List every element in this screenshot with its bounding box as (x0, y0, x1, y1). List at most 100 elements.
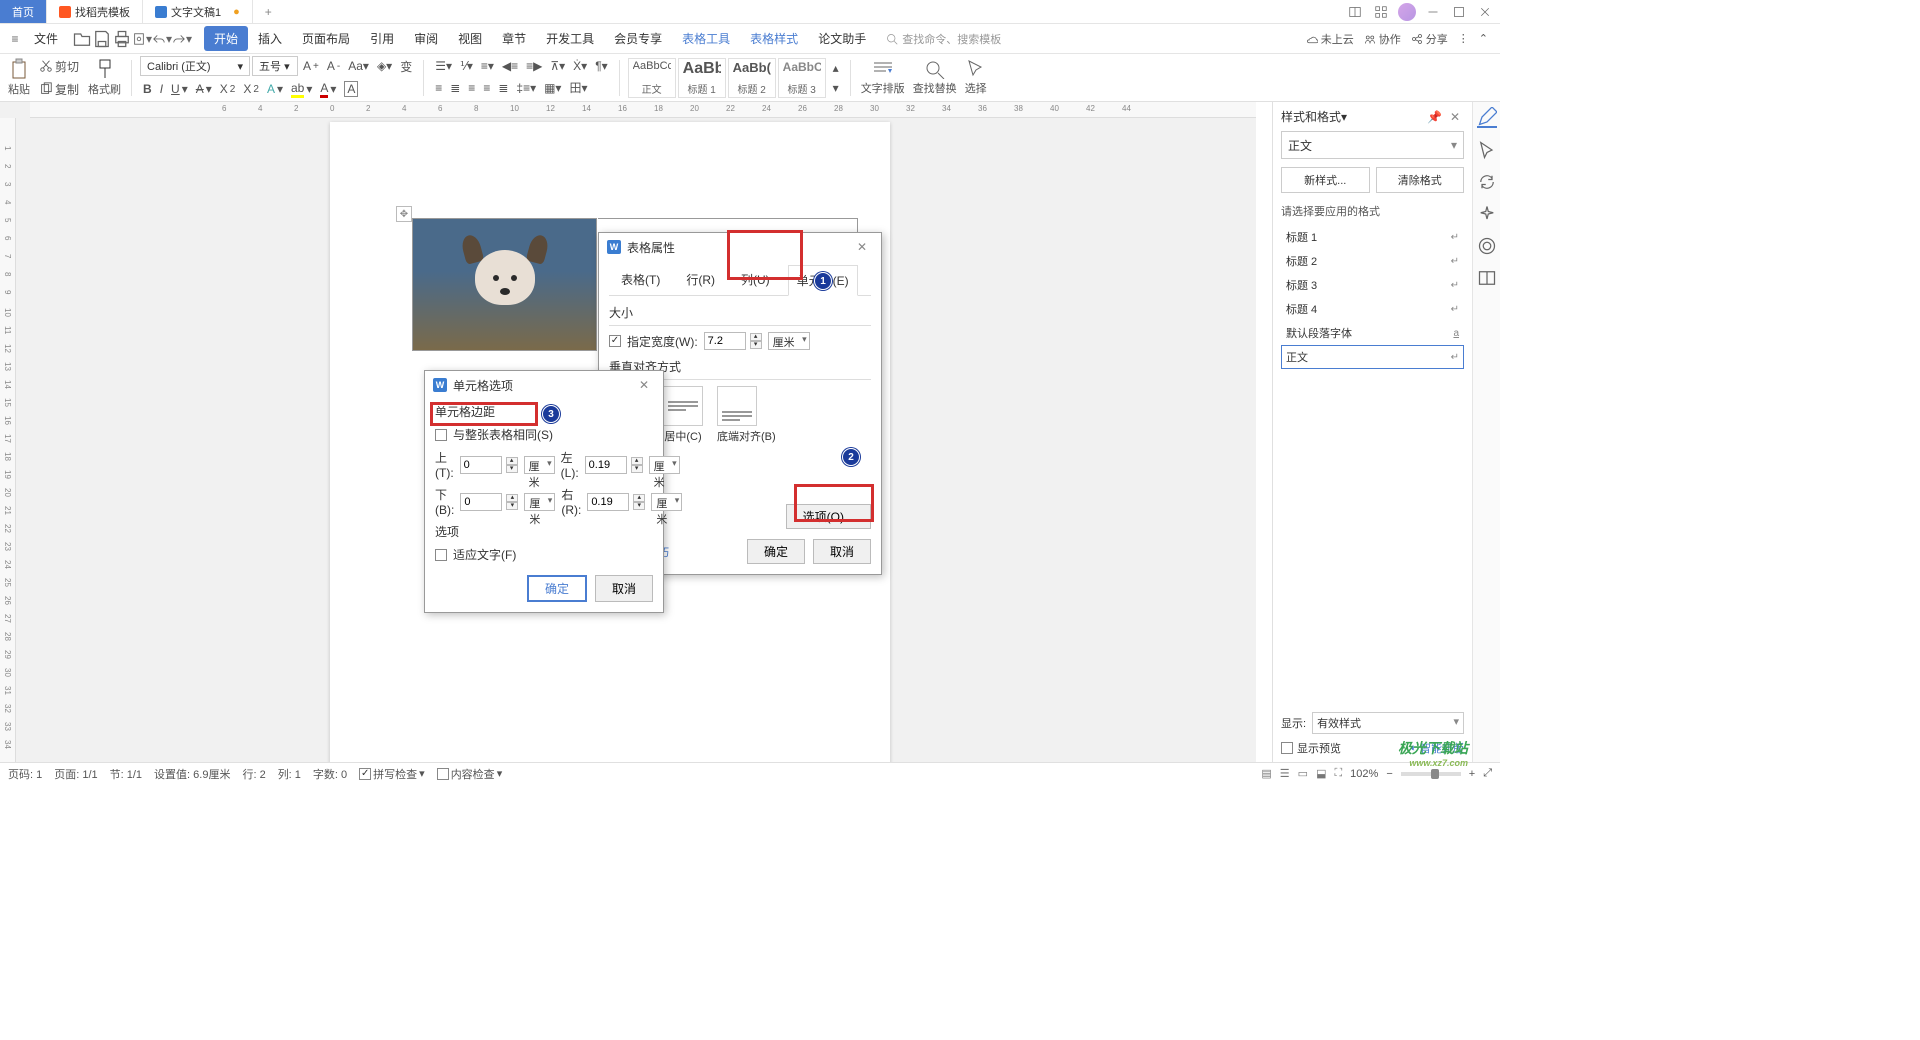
ribbon-tab-insert[interactable]: 插入 (248, 26, 292, 51)
specify-width-checkbox[interactable] (609, 335, 621, 347)
print-preview-icon[interactable]: ▾ (132, 29, 152, 49)
borders-icon[interactable]: 田▾ (566, 77, 590, 98)
new-style-button[interactable]: 新样式... (1281, 167, 1370, 193)
find-replace-button[interactable]: 查找替换 (911, 59, 959, 96)
unit-select-right[interactable]: 厘米 (651, 493, 682, 511)
ribbon-tab-developer[interactable]: 开发工具 (536, 26, 604, 51)
tab-row[interactable]: 行(R) (678, 265, 723, 295)
line-spacing-icon[interactable]: ‡≡▾ (513, 79, 539, 97)
shading-icon[interactable]: ▦▾ (541, 79, 564, 97)
status-chars[interactable]: 字数: 0 (313, 766, 347, 782)
cell-options-button[interactable]: 选项(O)... (786, 504, 871, 529)
current-style-select[interactable]: 正文 (1281, 131, 1464, 159)
vertical-ruler[interactable]: 1234567891011121314151617181920212223242… (0, 118, 16, 762)
open-icon[interactable] (72, 29, 92, 49)
pencil-tool-icon[interactable] (1477, 108, 1497, 128)
pin-icon[interactable]: 📌 (1423, 110, 1446, 124)
styles-down-icon[interactable]: ▾ (830, 79, 842, 97)
fullscreen-icon[interactable]: ⤢ (1483, 767, 1492, 780)
margin-top-input[interactable] (460, 456, 502, 474)
tab-stops-icon[interactable]: ⊼▾ (547, 57, 568, 75)
style-item-h3[interactable]: 标题 3↵ (1281, 273, 1464, 297)
ribbon-tab-sections[interactable]: 章节 (492, 26, 536, 51)
show-marks-icon[interactable]: ¶▾ (592, 57, 610, 75)
ribbon-tab-references[interactable]: 引用 (360, 26, 404, 51)
content-check-toggle[interactable]: 内容检查▾ (437, 766, 503, 782)
file-menu[interactable]: 文件 (26, 30, 66, 47)
table-move-handle[interactable]: ✥ (396, 206, 412, 222)
margin-right-input[interactable] (587, 493, 629, 511)
decrease-indent-icon[interactable]: ◀≡ (499, 57, 521, 75)
redo-icon[interactable]: ▾ (172, 29, 192, 49)
sparkle-tool-icon[interactable] (1477, 204, 1497, 224)
tab-column[interactable]: 列(U) (733, 265, 778, 295)
tab-document[interactable]: 文字文稿1● (143, 0, 253, 23)
status-page-no[interactable]: 页码: 1 (8, 766, 42, 782)
font-size-select[interactable]: 五号 ▾ (252, 56, 298, 76)
spell-check-toggle[interactable]: 拼写检查▾ (359, 766, 425, 782)
align-center-icon[interactable]: ≣ (447, 79, 463, 97)
cut-button[interactable]: 剪切 (36, 56, 82, 77)
strikethrough-icon[interactable]: A▾ (193, 80, 215, 98)
dialog2-close-button[interactable]: ✕ (633, 376, 655, 394)
view-read-icon[interactable]: ⬓ (1316, 767, 1326, 780)
valign-center[interactable] (663, 386, 703, 426)
underline-icon[interactable]: U▾ (168, 80, 191, 98)
print-icon[interactable] (112, 29, 132, 49)
view-web-icon[interactable]: ▭ (1298, 767, 1308, 780)
copy-button[interactable]: 复制 (36, 79, 82, 100)
distribute-icon[interactable]: ≣ (495, 79, 511, 97)
minimize-button[interactable] (1422, 2, 1444, 22)
ribbon-tab-review[interactable]: 审阅 (404, 26, 448, 51)
dialog2-ok-button[interactable]: 确定 (527, 575, 587, 602)
dialog-cancel-button[interactable]: 取消 (813, 539, 871, 564)
style-item-h4[interactable]: 标题 4↵ (1281, 297, 1464, 321)
valign-bottom[interactable] (717, 386, 757, 426)
view-outline-icon[interactable]: ☰ (1280, 767, 1290, 780)
font-family-select[interactable]: Calibri (正文)▾ (140, 56, 250, 76)
clear-format-button[interactable]: 清除格式 (1376, 167, 1465, 193)
ribbon-tab-table-tools[interactable]: 表格工具 (672, 26, 740, 51)
ribbon-tab-page-layout[interactable]: 页面布局 (292, 26, 360, 51)
tab-home[interactable]: 首页 (0, 0, 47, 23)
width-unit-select[interactable]: 厘米 (768, 332, 810, 350)
smart-layout-link[interactable]: ◐智能排版 (1410, 740, 1464, 756)
fit-text-checkbox[interactable] (435, 549, 447, 561)
ribbon-tab-thesis[interactable]: 论文助手 (808, 26, 876, 51)
multilist-icon[interactable]: ≡▾ (478, 57, 497, 75)
zoom-slider[interactable] (1401, 772, 1461, 776)
style-item-h1[interactable]: 标题 1↵ (1281, 225, 1464, 249)
style-item-body[interactable]: 正文↵ (1281, 345, 1464, 369)
format-painter-icon[interactable] (96, 58, 114, 80)
dialog-ok-button[interactable]: 确定 (747, 539, 805, 564)
dialog-close-button[interactable]: ✕ (851, 238, 873, 256)
style-heading1[interactable]: AaBb标题 1 (678, 58, 726, 98)
style-heading3[interactable]: AaBbC(标题 3 (778, 58, 826, 98)
clear-format-icon[interactable]: ◈▾ (374, 57, 395, 75)
share-button[interactable]: 分享 (1411, 31, 1448, 47)
width-input[interactable] (704, 332, 746, 350)
layout-view-icon[interactable] (1344, 2, 1366, 22)
status-page[interactable]: 页面: 1/1 (54, 766, 97, 782)
read-tool-icon[interactable] (1477, 268, 1497, 288)
subscript-icon[interactable]: X2 (240, 80, 262, 98)
collab-button[interactable]: 协作 (1364, 31, 1401, 47)
new-tab-button[interactable]: + (253, 0, 284, 23)
highlight-icon[interactable]: ab▾ (288, 79, 315, 100)
ribbon-tab-start[interactable]: 开始 (204, 26, 248, 51)
maximize-button[interactable] (1448, 2, 1470, 22)
spinner-down[interactable]: ▾ (750, 341, 762, 349)
phonetic-guide-icon[interactable]: 变 (397, 56, 415, 77)
numbering-icon[interactable]: ⅟▾ (457, 57, 476, 75)
align-left-icon[interactable]: ≡ (432, 79, 445, 97)
zoom-value[interactable]: 102% (1350, 768, 1378, 780)
style-item-h2[interactable]: 标题 2↵ (1281, 249, 1464, 273)
bold-icon[interactable]: B (140, 80, 155, 98)
cloud-status[interactable]: 未上云 (1306, 31, 1354, 47)
command-search[interactable]: 查找命令、搜索模板 (886, 31, 1001, 47)
text-effects-icon[interactable]: A▾ (264, 80, 286, 98)
bullets-icon[interactable]: ☰▾ (432, 57, 455, 75)
panel-close-icon[interactable]: ✕ (1446, 110, 1464, 124)
margin-left-input[interactable] (585, 456, 627, 474)
align-right-icon[interactable]: ≡ (465, 79, 478, 97)
